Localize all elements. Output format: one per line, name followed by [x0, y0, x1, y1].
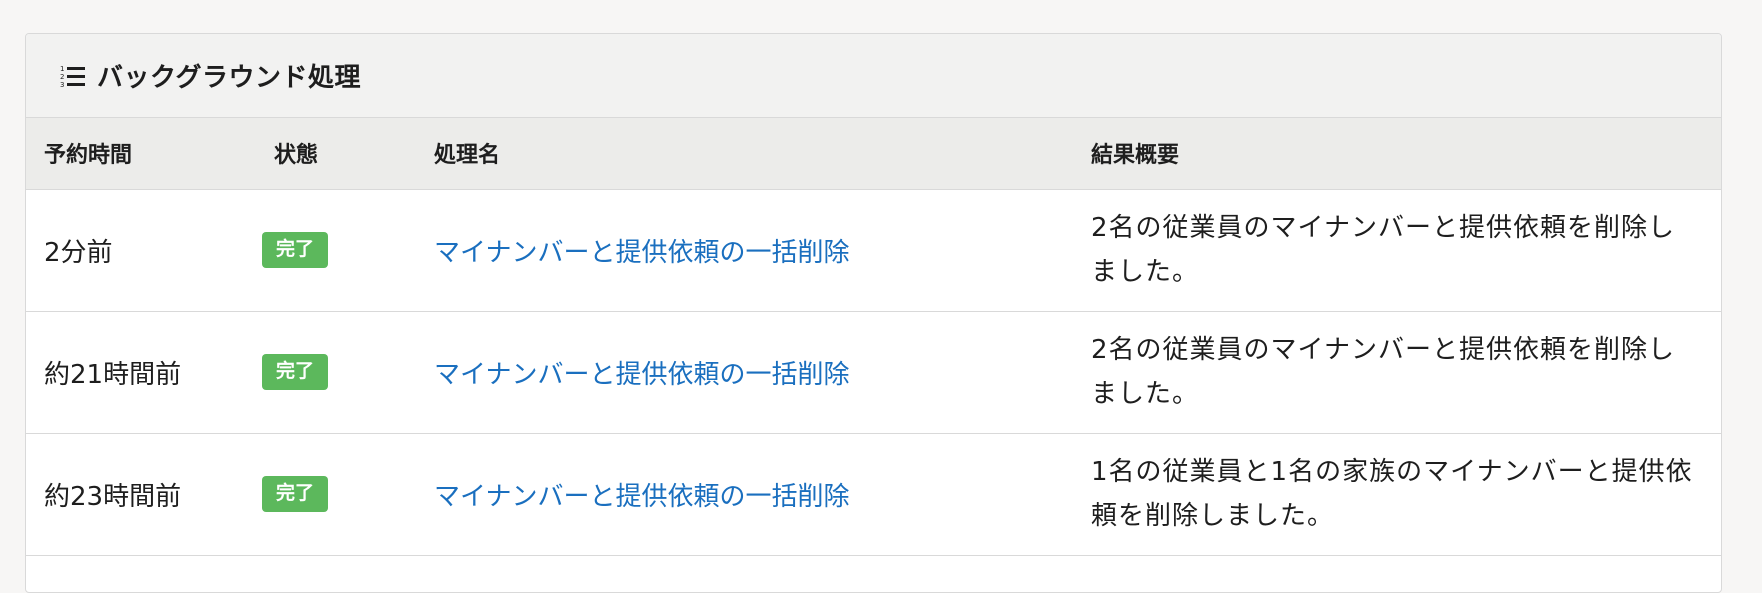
header-status: 状態 [262, 118, 434, 190]
header-scheduled-time: 予約時間 [26, 118, 262, 190]
job-name-link[interactable]: マイナンバーと提供依頼の一括削除 [434, 238, 849, 268]
numbered-list-icon: 1 2 3 [60, 63, 86, 89]
header-result-summary: 結果概要 [1091, 118, 1721, 190]
result-summary: 2名の従業員のマイナンバーと提供依頼を削除しました。 [1091, 335, 1676, 409]
result-summary: 1名の従業員と1名の家族のマイナンバーと提供依頼を削除しました。 [1091, 457, 1693, 531]
header-job-name: 処理名 [434, 118, 1091, 190]
row-time: 2分前 [26, 189, 262, 312]
job-name-link[interactable]: マイナンバーと提供依頼の一括削除 [434, 482, 849, 512]
panel-title: バックグラウンド処理 [97, 63, 361, 93]
row-time: 約23時間前 [26, 433, 262, 556]
table-row: 2分前 完了 マイナンバーと提供依頼の一括削除 2名の従業員のマイナンバーと提供… [26, 189, 1721, 312]
table-row: 約23時間前 完了 マイナンバーと提供依頼の一括削除 1名の従業員と1名の家族の… [26, 433, 1721, 556]
status-badge: 完了 [262, 354, 329, 390]
jobs-table: 予約時間 状態 処理名 結果概要 2分前 完了 マイナンバーと提供依頼の一括削除… [26, 118, 1721, 556]
svg-text:3: 3 [60, 81, 64, 89]
table-row: 約21時間前 完了 マイナンバーと提供依頼の一括削除 2名の従業員のマイナンバー… [26, 311, 1721, 434]
background-jobs-panel: 1 2 3 バックグラウンド処理 予約時間 状態 処理名 結果概要 2分前 完了… [25, 33, 1722, 593]
row-time: 約21時間前 [26, 311, 262, 434]
job-name-link[interactable]: マイナンバーと提供依頼の一括削除 [434, 360, 849, 390]
result-summary: 2名の従業員のマイナンバーと提供依頼を削除しました。 [1091, 213, 1676, 287]
panel-header: 1 2 3 バックグラウンド処理 [26, 34, 1721, 118]
status-badge: 完了 [262, 476, 329, 512]
svg-text:1: 1 [60, 65, 64, 73]
status-badge: 完了 [262, 232, 329, 268]
svg-text:2: 2 [60, 73, 64, 81]
table-header-row: 予約時間 状態 処理名 結果概要 [26, 118, 1721, 190]
